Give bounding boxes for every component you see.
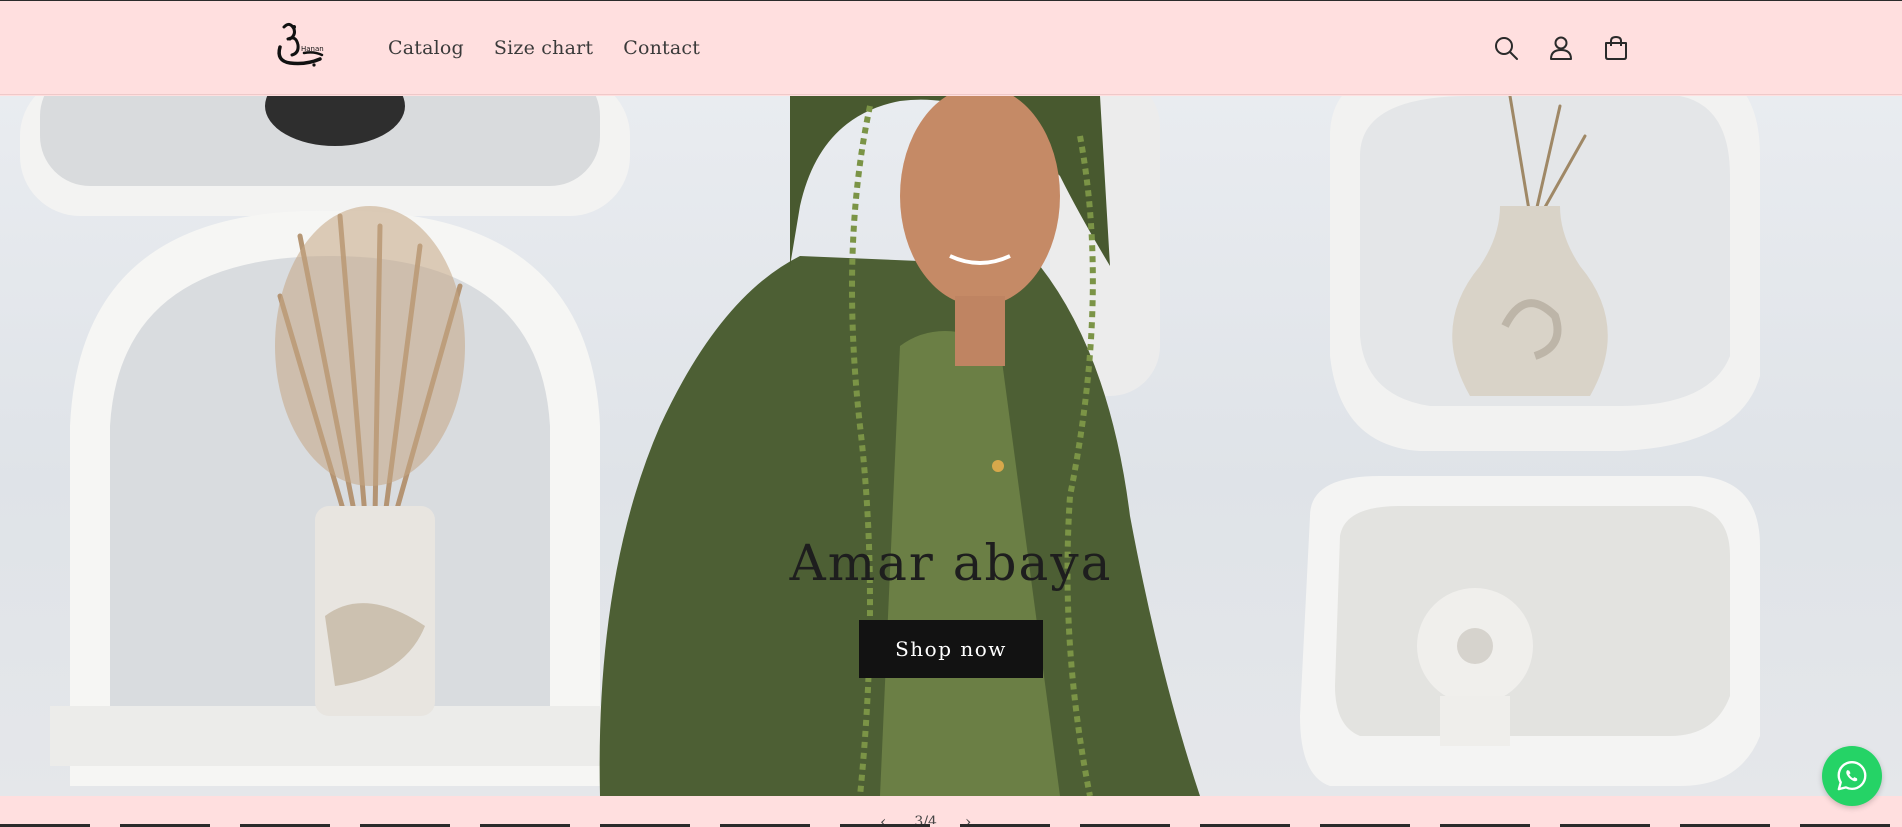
whatsapp-chat-button[interactable] [1822,746,1882,806]
hanan-calligraphy-logo-icon: Hanan [277,22,324,67]
nav-catalog[interactable]: Catalog [388,37,464,59]
hero-content: Amar abaya Shop now [0,534,1902,678]
slideshow-controls: ‹ 3/4 › [0,796,1902,827]
cart-icon [1605,35,1627,60]
account-icon [1550,36,1572,60]
shop-now-button[interactable]: Shop now [859,620,1043,678]
cart-button[interactable] [1599,31,1633,65]
hero-title: Amar abaya [789,534,1113,592]
nav-contact[interactable]: Contact [623,37,700,59]
hero-image [20,96,1760,796]
account-button[interactable] [1544,31,1578,65]
hero-slideshow: Amar abaya Shop now [0,96,1902,796]
main-nav: Catalog Size chart Contact [388,1,700,95]
nav-size-chart[interactable]: Size chart [494,37,593,59]
brand-logo[interactable]: Hanan [274,19,328,75]
site-header: Hanan Catalog Size chart Contact [0,1,1902,95]
logo-text: Hanan [301,45,324,53]
search-icon [1495,37,1518,60]
whatsapp-icon [1837,761,1867,791]
search-button[interactable] [1489,31,1523,65]
